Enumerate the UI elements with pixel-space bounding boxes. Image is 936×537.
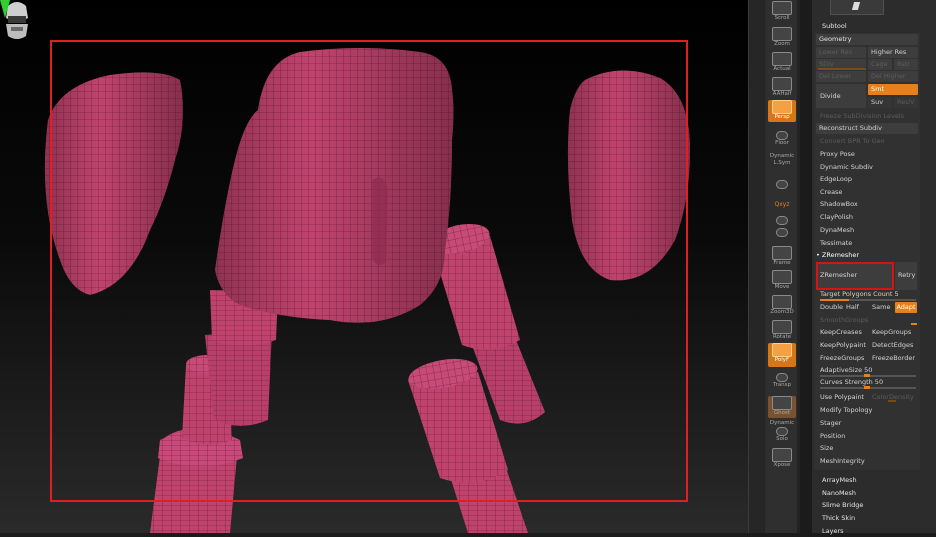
- del-higher-button[interactable]: Del Higher: [868, 71, 918, 82]
- cage-button[interactable]: Cage: [868, 59, 892, 70]
- curves-strength-knob: [864, 386, 870, 389]
- dynamic-subdiv-section[interactable]: Dynamic Subdiv: [820, 162, 873, 173]
- smoothgroups-fill: [911, 323, 917, 325]
- double-button[interactable]: Double: [820, 302, 843, 313]
- modify-topology-section[interactable]: Modify Topology: [820, 405, 872, 416]
- rstr-button[interactable]: Rstr: [894, 59, 918, 70]
- qx-button[interactable]: [768, 216, 796, 226]
- geometry-header[interactable]: Geometry: [816, 34, 918, 45]
- transp-button[interactable]: Transp: [768, 373, 796, 395]
- use-polypaint-toggle[interactable]: Use Polypaint: [820, 392, 864, 403]
- rotate-icon: [772, 320, 792, 334]
- shadowbox-section[interactable]: ShadowBox: [820, 199, 858, 210]
- move-icon: [772, 270, 792, 284]
- detectedges-toggle[interactable]: DetectEdges: [872, 340, 913, 351]
- scroll-icon: [772, 1, 792, 15]
- canvas-viewport[interactable]: [0, 0, 748, 533]
- freezegroups-toggle[interactable]: FreezeGroups: [820, 353, 864, 364]
- size-section[interactable]: Size: [820, 443, 833, 454]
- y-axis-icon: [0, 0, 10, 18]
- aahalf-button[interactable]: AAHalf: [768, 77, 796, 99]
- lock-icon: [776, 180, 788, 189]
- edgeloop-section[interactable]: EdgeLoop: [820, 174, 852, 185]
- polyf-button[interactable]: PolyF: [768, 343, 796, 367]
- solo-button[interactable]: Dynamic Solo: [768, 420, 796, 442]
- layers-section[interactable]: Layers: [822, 526, 844, 537]
- ghost-button[interactable]: Ghost: [768, 396, 796, 418]
- right-shelf: Scroll Zoom Actual AAHalf Persp Floor Dy…: [764, 0, 799, 533]
- claypolish-section[interactable]: ClayPolish: [820, 212, 853, 223]
- transp-icon: [776, 373, 788, 382]
- floor-button[interactable]: Floor: [768, 131, 796, 153]
- zremesher-highlight: [816, 262, 894, 290]
- rotate-button[interactable]: Rotate: [768, 320, 796, 342]
- zremesher-header[interactable]: • ZRemesher: [816, 250, 859, 261]
- actual-icon: [772, 52, 792, 66]
- crease-section[interactable]: Crease: [820, 187, 842, 198]
- smt-toggle[interactable]: Smt: [868, 84, 918, 95]
- lock-button[interactable]: [768, 180, 796, 202]
- viewport-edge: [748, 0, 765, 533]
- qy-icon: [776, 228, 788, 237]
- freeze-subdiv-levels-button[interactable]: Freeze SubDivision Levels: [820, 111, 904, 122]
- brush-icon: [851, 2, 861, 10]
- subtool-header[interactable]: Subtool: [822, 21, 847, 32]
- frame-icon: [772, 246, 792, 260]
- thick-skin-section[interactable]: Thick Skin: [822, 513, 855, 524]
- keepcreases-toggle[interactable]: KeepCreases: [820, 327, 862, 338]
- zoom-icon: [772, 27, 792, 41]
- meshintegrity-section[interactable]: MeshIntegrity: [820, 456, 865, 467]
- higher-res-button[interactable]: Higher Res: [868, 47, 918, 58]
- solo-icon: [776, 427, 788, 436]
- keepgroups-toggle[interactable]: KeepGroups: [872, 327, 911, 338]
- keeppolypaint-toggle[interactable]: KeepPolypaint: [820, 340, 866, 351]
- same-button[interactable]: Same: [872, 302, 890, 313]
- tessimate-section[interactable]: Tessimate: [820, 238, 852, 249]
- qy-button[interactable]: [768, 228, 796, 238]
- shelf-scrollbar[interactable]: [797, 0, 800, 533]
- colordensity-fill: [888, 400, 896, 402]
- proxy-pose-section[interactable]: Proxy Pose: [820, 149, 855, 160]
- aahalf-icon: [772, 77, 792, 91]
- selection-rectangle: [50, 40, 688, 502]
- freezeborder-toggle[interactable]: FreezeBorder: [872, 353, 915, 364]
- tool-thumbnail[interactable]: [830, 0, 884, 15]
- del-lower-button[interactable]: Del Lower: [816, 71, 866, 82]
- adapt-toggle[interactable]: Adapt: [895, 302, 917, 313]
- slime-bridge-section[interactable]: Slime Bridge: [822, 500, 863, 511]
- stager-section[interactable]: Stager: [820, 418, 841, 429]
- arraymesh-section[interactable]: ArrayMesh: [822, 475, 857, 486]
- zoom3d-button[interactable]: Zoom3D: [768, 295, 796, 317]
- actual-button[interactable]: Actual: [768, 52, 796, 74]
- smoothgroups-slider[interactable]: SmoothGroups: [820, 315, 868, 326]
- convert-bpr-button[interactable]: Convert BPR To Geo: [820, 136, 885, 147]
- frame-button[interactable]: Frame: [768, 246, 796, 268]
- persp-button[interactable]: Persp: [768, 100, 796, 122]
- reuv-toggle[interactable]: ReUV: [894, 97, 918, 108]
- position-section[interactable]: Position: [820, 431, 845, 442]
- reconstruct-subdiv-button[interactable]: Reconstruct Subdiv: [816, 123, 918, 134]
- divide-button[interactable]: Divide: [820, 91, 841, 102]
- qxyz-button[interactable]: Qxyz: [768, 201, 796, 213]
- xpose-button[interactable]: Xpose: [768, 448, 796, 470]
- sdiv-track: [818, 68, 866, 70]
- lsym-button[interactable]: Dynamic L.Sym: [768, 153, 796, 175]
- lower-res-button[interactable]: Lower Res: [816, 47, 866, 58]
- move-button[interactable]: Move: [768, 270, 796, 292]
- zoom-button[interactable]: Zoom: [768, 27, 796, 49]
- persp-icon: [772, 100, 792, 114]
- half-button[interactable]: Half: [846, 302, 859, 313]
- ghost-icon: [772, 396, 792, 410]
- suv-toggle[interactable]: Suv: [868, 97, 892, 108]
- xpose-icon: [772, 448, 792, 462]
- polyf-icon: [772, 343, 792, 357]
- retry-button[interactable]: Retry: [898, 270, 915, 281]
- qx-icon: [776, 216, 788, 225]
- scroll-button[interactable]: Scroll: [768, 1, 796, 23]
- floor-icon: [776, 131, 788, 140]
- target-polygons-fill: [820, 299, 849, 301]
- zoom3d-icon: [772, 295, 792, 309]
- dynamesh-section[interactable]: DynaMesh: [820, 225, 854, 236]
- nanomesh-section[interactable]: NanoMesh: [822, 488, 856, 499]
